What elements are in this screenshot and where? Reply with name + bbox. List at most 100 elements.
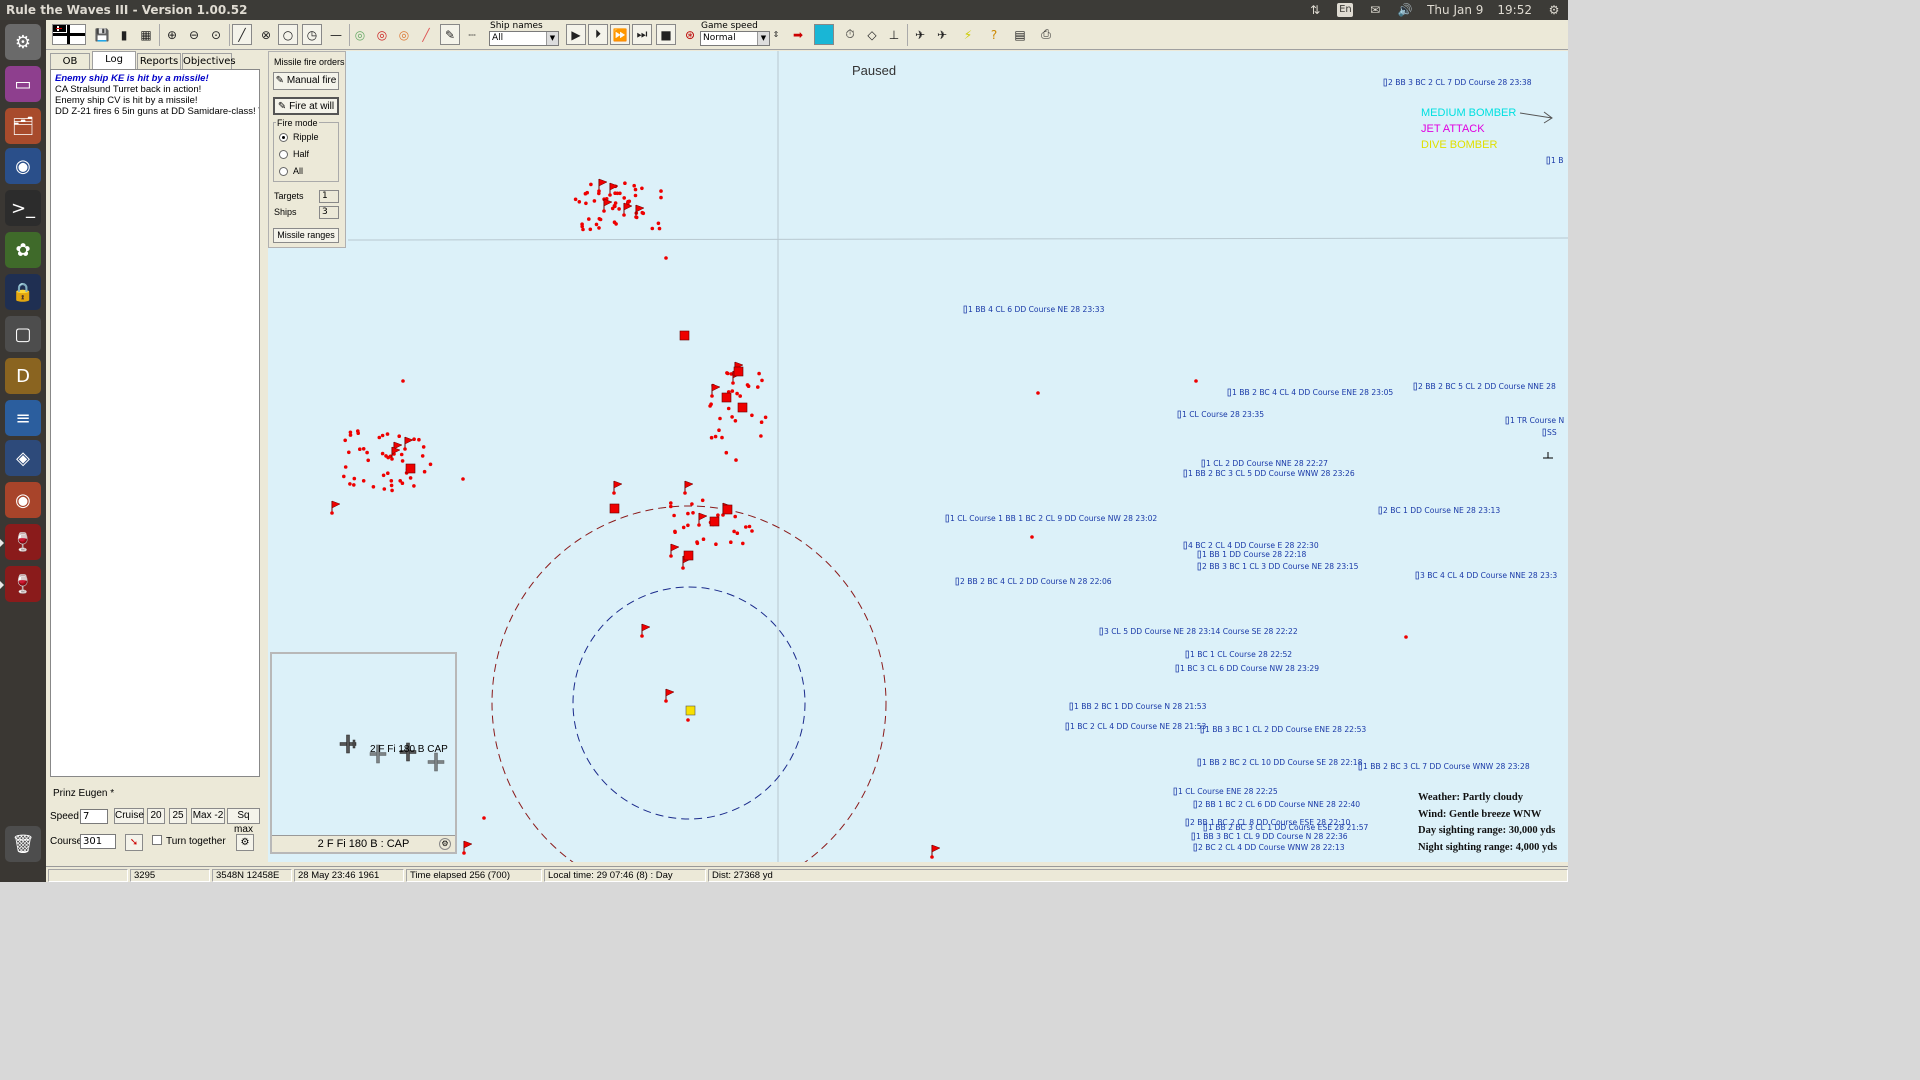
contact-marker-icon[interactable] — [1201, 459, 1205, 468]
contact-label[interactable]: 2 BC 2 CL 4 DD Course WNW 28 22:13 — [1198, 843, 1345, 852]
trash-icon[interactable]: 🗑 — [5, 826, 41, 862]
ship-flag-icon[interactable] — [711, 383, 721, 392]
air-group-panel[interactable]: 2 F Fi 180 B CAP 2 F Fi 180 B : CAP ⚙ — [270, 652, 457, 854]
contact-marker-icon[interactable] — [1069, 702, 1073, 711]
tab-reports[interactable]: Reports — [137, 53, 181, 69]
keyboard-layout-indicator[interactable]: En — [1337, 3, 1354, 17]
contact-label[interactable]: 1 BB 2 BC 3 CL 5 DD Course WNW 28 23:26 — [1188, 469, 1355, 478]
tower-icon[interactable]: ⊥ — [884, 24, 904, 45]
contact-label[interactable]: 2 BB 1 BC 2 CL 6 DD Course NNE 28 22:40 — [1198, 800, 1360, 809]
green-circle-icon[interactable]: ◎ — [350, 24, 370, 45]
contact-label[interactable]: 1 BB 2 BC 3 CL 1 DD Course ESE 28 21:57 — [1208, 823, 1369, 832]
contact-label[interactable]: 1 BB 3 BC 1 CL 9 DD Course N 28 22:36 — [1196, 832, 1348, 841]
contact-marker-icon[interactable] — [1177, 410, 1181, 419]
clock-time[interactable]: 19:52 — [1497, 3, 1532, 17]
manual-fire-button[interactable]: ✎ Manual fire — [273, 72, 339, 90]
own-ship-icon[interactable] — [685, 705, 696, 716]
contact-label[interactable]: 1 B — [1551, 156, 1563, 165]
ship-flag-icon[interactable] — [931, 844, 941, 853]
contact-label[interactable]: 1 CL 2 DD Course NNE 28 22:27 — [1206, 459, 1328, 468]
terminal-icon[interactable]: >_ — [5, 190, 41, 226]
cruise-button[interactable]: Cruise — [114, 808, 144, 824]
formation-gear-icon[interactable]: ⚙ — [236, 834, 254, 851]
ship-names-select[interactable]: All ▼ — [489, 31, 559, 46]
ship-flag-icon[interactable] — [609, 182, 619, 191]
contact-marker-icon[interactable] — [1383, 78, 1387, 87]
fire-at-will-button[interactable]: ✎ Fire at will — [273, 97, 339, 115]
aircraft-icon[interactable]: ✈ — [910, 24, 930, 45]
missile-ranges-button[interactable]: Missile ranges — [273, 228, 339, 243]
report-icon[interactable]: ▤ — [1010, 24, 1030, 45]
play-icon[interactable]: ▶ — [566, 24, 586, 45]
contact-label[interactable]: SS — [1547, 428, 1557, 437]
contact-label[interactable]: 1 BC 2 CL 4 DD Course NE 28 21:53 — [1070, 722, 1207, 731]
zoom-out-icon[interactable]: ⊖ — [184, 24, 204, 45]
ship-flag-icon[interactable] — [463, 840, 473, 849]
ship-square-icon[interactable] — [709, 516, 720, 527]
contact-label[interactable]: 1 BB 4 CL 6 DD Course NE 28 23:33 — [968, 305, 1105, 314]
weather-icon[interactable] — [814, 24, 834, 45]
ship-flag-icon[interactable] — [598, 178, 608, 187]
contact-marker-icon[interactable] — [1193, 800, 1197, 809]
firefox-alt-icon[interactable]: ◉ — [5, 482, 41, 518]
contact-marker-icon[interactable] — [1197, 562, 1201, 571]
half-radio[interactable] — [279, 150, 288, 159]
course-stepper[interactable]: 301 — [80, 834, 116, 849]
ship-square-icon[interactable] — [737, 402, 748, 413]
clock-icon[interactable]: ◷ — [302, 24, 322, 45]
contact-marker-icon[interactable] — [1415, 571, 1419, 580]
contact-label[interactable]: 1 CL Course ENE 28 22:25 — [1178, 787, 1278, 796]
minus-icon[interactable]: — — [326, 24, 346, 45]
ship-square-icon[interactable] — [722, 504, 733, 515]
document-icon[interactable]: ≡ — [5, 400, 41, 436]
system-settings-icon[interactable]: ⚙ — [5, 24, 41, 60]
mail-icon[interactable]: ✉ — [1367, 3, 1383, 17]
contact-marker-icon[interactable] — [963, 305, 967, 314]
contact-marker-icon[interactable] — [1183, 541, 1187, 550]
palette-icon[interactable]: ✿ — [5, 232, 41, 268]
stop-icon[interactable]: ■ — [656, 24, 676, 45]
gun-target-icon[interactable]: ⊛ — [680, 24, 700, 45]
ship-square-icon[interactable] — [721, 392, 732, 403]
contact-marker-icon[interactable] — [1183, 469, 1187, 478]
ship-flag-icon[interactable] — [635, 204, 645, 213]
lock-icon[interactable]: 🔒 — [5, 274, 41, 310]
volume-icon[interactable]: 🔊 — [1397, 3, 1413, 17]
ship-flag-icon[interactable] — [404, 436, 414, 445]
ship-flag-icon[interactable] — [698, 512, 708, 521]
tab-objectives[interactable]: Objectives — [182, 53, 236, 69]
contact-label[interactable]: 3 CL 5 DD Course NE 28 23:14 Course SE 2… — [1104, 627, 1298, 636]
submarine-icon[interactable] — [1543, 452, 1553, 459]
draw-line-icon[interactable]: ╱ — [232, 24, 252, 45]
red-arrow-icon[interactable]: ➡ — [788, 24, 808, 45]
pencil-icon[interactable]: ✎ — [440, 24, 460, 45]
dotted-line-icon[interactable]: ┈ — [462, 24, 482, 45]
contact-marker-icon[interactable] — [1185, 818, 1189, 827]
play-faster-icon[interactable]: ⏭ — [632, 24, 652, 45]
contact-marker-icon[interactable] — [1542, 428, 1546, 437]
ship-flag-icon[interactable] — [665, 688, 675, 697]
firefox-icon[interactable]: ◉ — [5, 148, 41, 184]
save-icon[interactable]: 💾 — [92, 24, 112, 45]
speed-stepper[interactable]: 7 — [80, 809, 108, 824]
ship-square-icon[interactable] — [405, 463, 416, 474]
contact-label[interactable]: 1 CL Course 1 BB 1 BC 2 CL 9 DD Course N… — [950, 514, 1157, 523]
speed-stepper-icon[interactable]: ⇕ — [770, 24, 782, 45]
speed-20-button[interactable]: 20 — [147, 808, 165, 824]
all-radio[interactable] — [279, 167, 288, 176]
dosbox-icon[interactable]: D — [5, 358, 41, 394]
ship-square-icon[interactable] — [683, 550, 694, 561]
contact-marker-icon[interactable] — [945, 514, 949, 523]
map-canvas[interactable]: 2 BB 3 BC 2 CL 7 DD Course 28 23:38 1 B 1 … — [268, 51, 1568, 862]
workspace-icon[interactable]: ▭ — [5, 66, 41, 102]
contact-marker-icon[interactable] — [1378, 506, 1382, 515]
ship-flag-icon[interactable] — [331, 500, 341, 509]
help-icon[interactable]: ? — [984, 24, 1004, 45]
file-manager-icon[interactable]: 🗂 — [5, 108, 41, 144]
ship-flag-icon[interactable] — [603, 198, 613, 207]
flag-icon[interactable] — [52, 24, 86, 45]
wine-alt-icon[interactable]: 🍷 — [0, 566, 41, 602]
wine-icon[interactable]: 🍷 — [0, 524, 41, 560]
stopwatch-icon[interactable]: ⏱ — [840, 24, 860, 45]
ship-flag-icon[interactable] — [641, 623, 651, 632]
